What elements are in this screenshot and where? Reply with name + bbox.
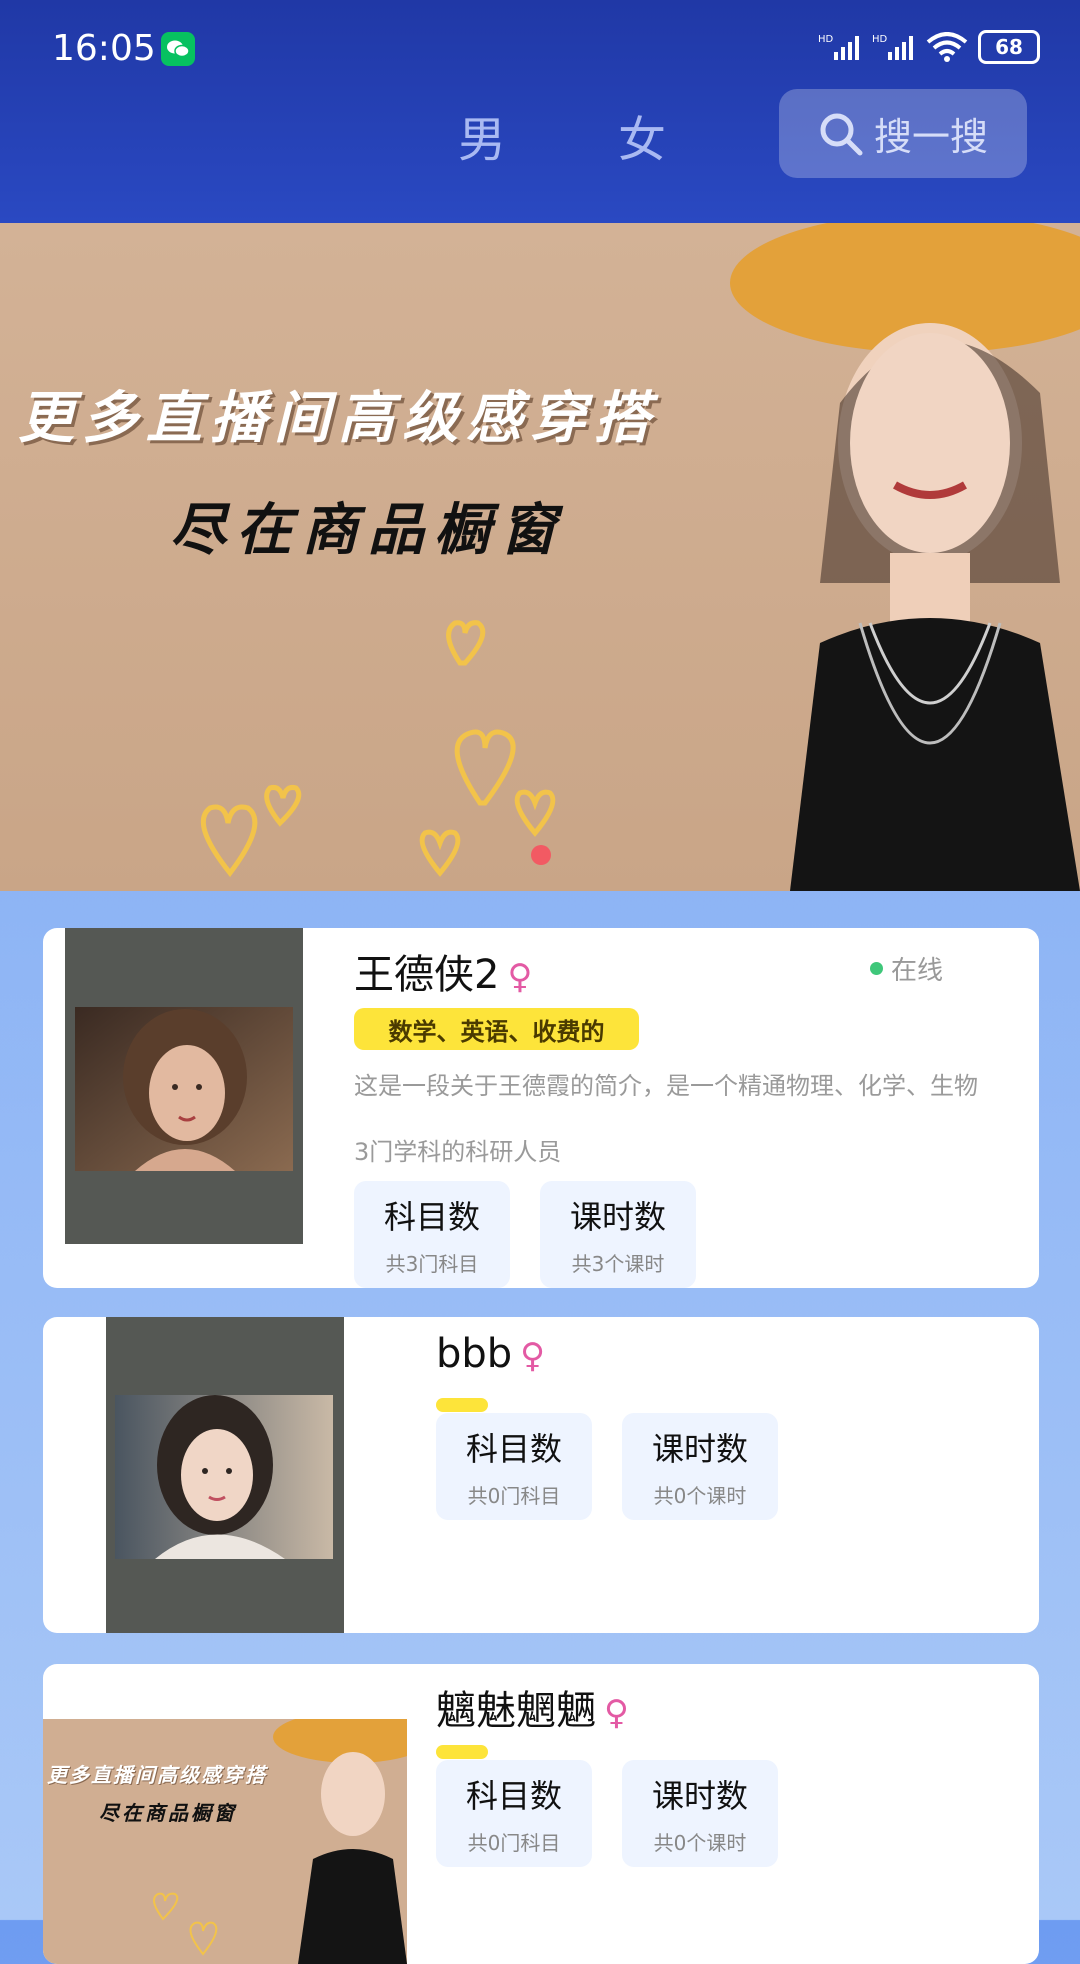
lesson-count-value: 共0个课时 [653, 1831, 747, 1855]
svg-text:HD: HD [818, 34, 834, 45]
banner-subheadline: 尽在商品橱窗 [170, 498, 566, 563]
subject-count-title: 科目数 [383, 1198, 480, 1236]
subject-count-value: 共0门科目 [467, 1831, 561, 1855]
lesson-count-value: 共0个课时 [653, 1484, 747, 1508]
promo-banner[interactable]: 更多直播间高级感穿搭 尽在商品橱窗 [0, 223, 1080, 891]
subject-tag: 数学、英语、收费的 [354, 1008, 639, 1050]
online-dot-icon [869, 962, 883, 975]
avatar: 更多直播间高级感穿搭 尽在商品橱窗 [43, 1719, 407, 1964]
avatar [75, 1007, 293, 1171]
female-icon: ♀ [520, 1336, 546, 1376]
subject-count-value: 共0门科目 [467, 1484, 561, 1508]
avatar [115, 1395, 333, 1559]
teacher-card[interactable]: 王德侠2 ♀ 在线 数学、英语、收费的 这是一段关于王德霞的简介，是一个精通物理、… [43, 928, 1039, 1288]
intro-line-1: 这是一段关于王德霞的简介，是一个精通物理、化学、生物 [354, 1072, 978, 1100]
lesson-count-box[interactable]: 课时数 共3个课时 [540, 1181, 696, 1288]
search-label: 搜一搜 [873, 115, 988, 159]
online-status-text: 在线 [890, 956, 943, 986]
subject-tag [436, 1398, 488, 1412]
teacher-card[interactable]: bbb ♀ 科目数 共0门科目 课时数 共0个课时 [43, 1317, 1039, 1633]
battery-icon: 68 [978, 30, 1040, 64]
signal-icon-2: HD [872, 34, 913, 60]
intro-line-2: 3门学科的科研人员 [354, 1138, 562, 1166]
status-time: 16:05 [52, 28, 156, 69]
subject-count-box[interactable]: 科目数 共0门科目 [436, 1413, 592, 1520]
avatar-frame [65, 928, 303, 1244]
subject-count-value: 共3门科目 [385, 1252, 479, 1276]
tab-female[interactable]: 女 [618, 100, 666, 170]
online-status: 在线 [869, 950, 943, 987]
signal-icon: HD [818, 34, 859, 60]
avatar-headline: 更多直播间高级感穿搭 [47, 1763, 267, 1787]
wechat-notification-icon [161, 32, 195, 66]
lesson-count-box[interactable]: 课时数 共0个课时 [622, 1413, 778, 1520]
female-icon: ♀ [604, 1693, 629, 1733]
tab-male[interactable]: 男 [458, 100, 506, 170]
female-icon: ♀ [507, 957, 533, 997]
teacher-name: bbb ♀ [436, 1331, 545, 1377]
subject-count-title: 科目数 [465, 1777, 562, 1815]
banner-indicator-dot[interactable] [531, 845, 551, 865]
teacher-name: 魑魅魍魉 ♀ [436, 1678, 629, 1736]
top-header: 16:05 HD HD 68 男 女 搜一搜 [0, 0, 1080, 223]
status-icons: HD HD 68 [818, 30, 1040, 64]
teacher-name-text: bbb [436, 1331, 513, 1377]
subject-count-box[interactable]: 科目数 共0门科目 [436, 1760, 592, 1867]
lesson-count-title: 课时数 [569, 1198, 666, 1236]
avatar-frame [106, 1317, 344, 1633]
lesson-count-title: 课时数 [651, 1430, 748, 1468]
lesson-count-value: 共3个课时 [571, 1252, 665, 1276]
search-button[interactable]: 搜一搜 [779, 89, 1027, 178]
avatar-image [153, 1719, 407, 1964]
search-icon [820, 113, 863, 155]
banner-headline: 更多直播间高级感穿搭 [18, 386, 658, 451]
subject-count-box[interactable]: 科目数 共3门科目 [354, 1181, 510, 1288]
subject-count-title: 科目数 [465, 1430, 562, 1468]
subject-tag [436, 1745, 488, 1759]
lesson-count-box[interactable]: 课时数 共0个课时 [622, 1760, 778, 1867]
teacher-name: 王德侠2 ♀ [354, 942, 532, 1000]
svg-text:HD: HD [872, 34, 888, 45]
teacher-name-text: 魑魅魍魉 [436, 1688, 596, 1734]
wifi-icon [926, 32, 968, 62]
teacher-name-text: 王德侠2 [354, 952, 500, 998]
avatar-subheadline: 尽在商品橱窗 [99, 1801, 237, 1825]
teacher-card[interactable]: 更多直播间高级感穿搭 尽在商品橱窗 魑魅魍魉 ♀ 科目数 共0门科目 课时数 共0… [43, 1664, 1039, 1964]
lesson-count-title: 课时数 [651, 1777, 748, 1815]
